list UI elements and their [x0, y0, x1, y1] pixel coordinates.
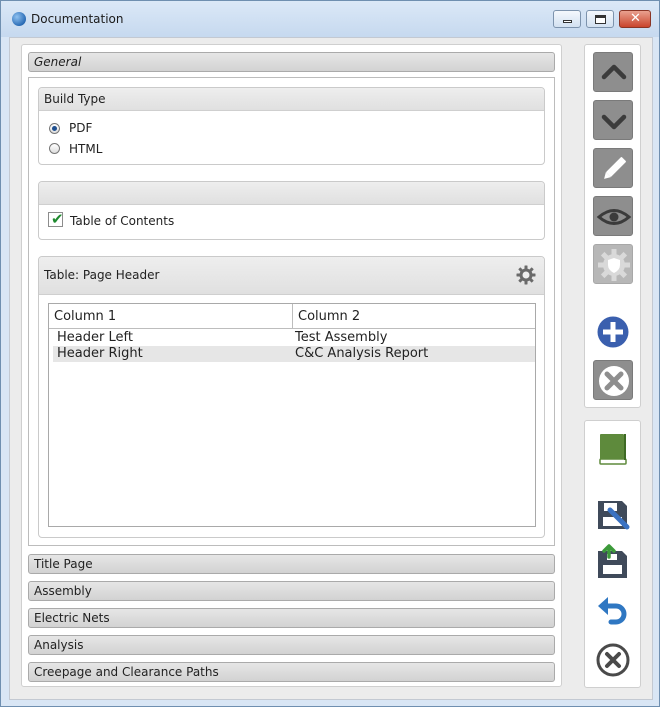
undo-icon [598, 597, 627, 625]
edit-button[interactable] [593, 148, 633, 188]
toc-group-title [39, 182, 544, 205]
checkmark-icon: ✔ [51, 210, 64, 228]
page-header-title: Table: Page Header [39, 257, 544, 295]
move-up-button[interactable] [593, 52, 633, 92]
toc-group: ✔ Table of Contents [38, 181, 545, 240]
table-cell: Test Assembly [295, 330, 388, 345]
settings-button[interactable] [593, 244, 633, 284]
minimize-icon [563, 20, 572, 23]
title-bar[interactable]: Documentation ✕ [1, 1, 659, 37]
maximize-icon [595, 15, 606, 24]
item-toolbar [584, 44, 641, 408]
column-header-2[interactable]: Column 2 [293, 304, 535, 329]
section-general-header[interactable]: General [28, 52, 555, 72]
maximize-button[interactable] [586, 10, 614, 28]
save-upload-icon [598, 544, 627, 578]
add-button[interactable] [593, 312, 633, 352]
close-circle-icon [596, 643, 630, 677]
chevron-down-icon [601, 114, 627, 130]
section-electric-nets-header[interactable]: Electric Nets [28, 608, 555, 628]
section-creepage-clearance-header[interactable]: Creepage and Clearance Paths [28, 662, 555, 682]
save-as-button[interactable] [593, 495, 633, 535]
close-icon: ✕ [630, 11, 641, 26]
move-down-button[interactable] [593, 100, 633, 140]
pdf-radio-label[interactable]: PDF [69, 121, 92, 135]
section-title-page-header[interactable]: Title Page [28, 554, 555, 574]
build-type-title: Build Type [39, 88, 544, 111]
undo-button[interactable] [593, 591, 633, 631]
section-assembly-header[interactable]: Assembly [28, 581, 555, 601]
plus-circle-icon [597, 316, 629, 348]
build-type-group: Build Type PDF HTML [38, 87, 545, 165]
window-title: Documentation [31, 12, 124, 26]
shield-gear-icon [598, 249, 630, 281]
table-settings-gear-icon[interactable] [516, 265, 536, 285]
eye-icon [596, 209, 632, 225]
chevron-up-icon [601, 64, 627, 80]
page-header-table: Column 1 Column 2 Header Left Test Assem… [48, 303, 536, 527]
pdf-radio[interactable] [49, 123, 60, 134]
book-icon [599, 434, 627, 465]
client-area: General Build Type PDF HTML ✔ Table of C… [9, 37, 653, 700]
close-window-button[interactable]: ✕ [619, 10, 651, 28]
build-document-button[interactable] [593, 429, 633, 469]
save-export-button[interactable] [593, 543, 633, 583]
pencil-icon [604, 157, 626, 179]
column-header-1[interactable]: Column 1 [49, 304, 293, 329]
remove-button[interactable] [593, 360, 633, 400]
documentation-window: Documentation ✕ General Build Type PDF H… [0, 0, 660, 707]
html-radio[interactable] [49, 143, 60, 154]
general-section-body: Build Type PDF HTML ✔ Table of Contents … [28, 77, 555, 546]
preview-button[interactable] [593, 196, 633, 236]
minimize-button[interactable] [553, 10, 581, 28]
close-button[interactable] [593, 640, 633, 680]
toc-checkbox[interactable]: ✔ [48, 210, 64, 228]
toc-checkbox-label[interactable]: Table of Contents [70, 214, 174, 228]
app-globe-icon [12, 12, 26, 26]
document-toolbar [584, 420, 641, 688]
table-row[interactable]: Header Right C&C Analysis Report [53, 346, 535, 362]
x-circle-icon [599, 366, 629, 396]
save-edit-icon [598, 501, 630, 530]
table-cell: C&C Analysis Report [295, 346, 429, 361]
table-cell: Header Right [57, 346, 143, 361]
settings-panel: General Build Type PDF HTML ✔ Table of C… [21, 44, 562, 687]
page-header-table-group: Table: Page Header Column 1 Column 2 Hea… [38, 256, 545, 538]
table-row[interactable]: Header Left Test Assembly [53, 330, 535, 346]
section-analysis-header[interactable]: Analysis [28, 635, 555, 655]
table-cell: Header Left [57, 330, 133, 345]
html-radio-label[interactable]: HTML [69, 142, 102, 156]
